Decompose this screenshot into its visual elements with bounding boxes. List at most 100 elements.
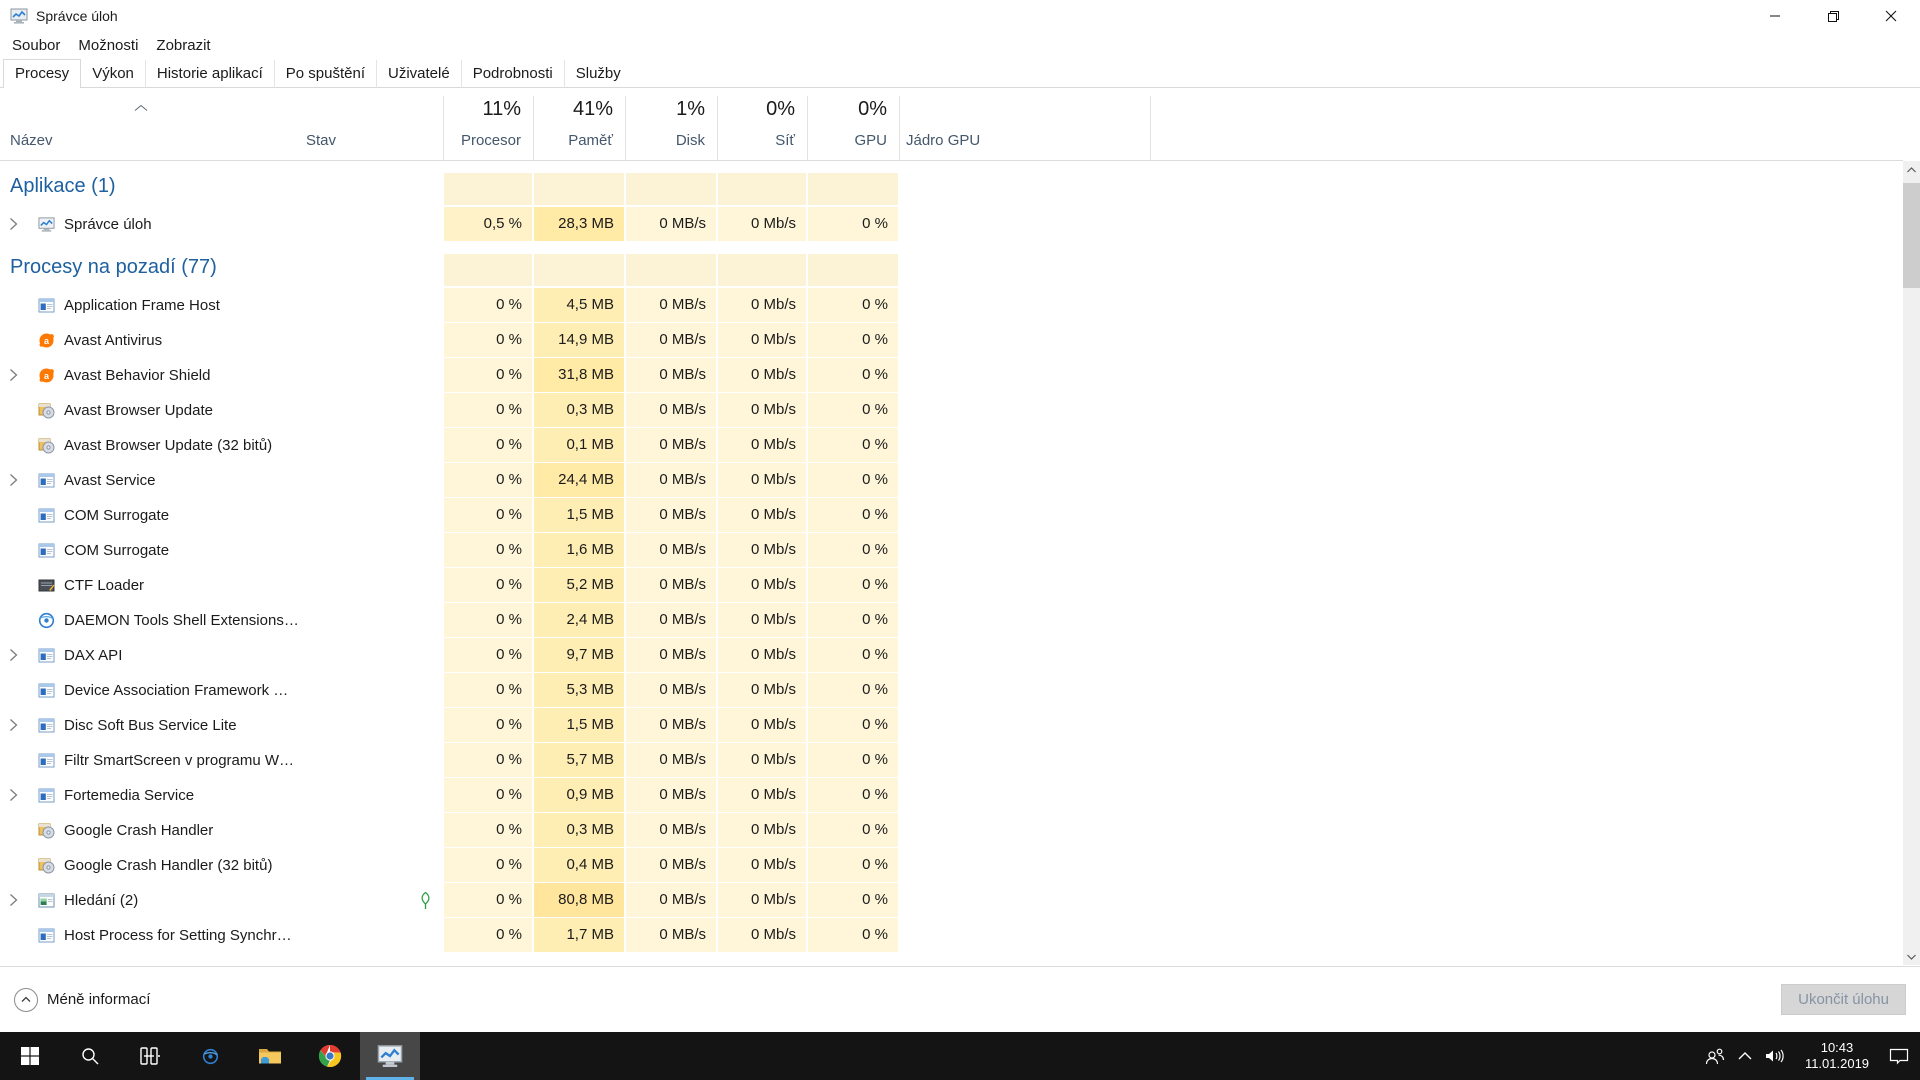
expand-chevron-icon[interactable] — [9, 788, 18, 807]
tab-u-ivatel-[interactable]: Uživatelé — [376, 60, 461, 88]
column-header-pamet[interactable]: Paměť — [533, 132, 613, 154]
cell-sit: 0 Mb/s — [718, 533, 806, 567]
expand-chevron-icon[interactable] — [9, 473, 18, 492]
process-row[interactable]: Avast Browser Update (32 bitů)0 %0,1 MB0… — [0, 428, 1903, 463]
taskbar-start-button[interactable] — [0, 1032, 60, 1080]
end-task-button[interactable]: Ukončit úlohu — [1781, 984, 1906, 1015]
cell-sit: 0 Mb/s — [718, 498, 806, 532]
taskbar-daemon-tools-button[interactable] — [180, 1032, 240, 1080]
tray-clock[interactable]: 10:43 11.01.2019 — [1794, 1040, 1880, 1072]
minimize-button[interactable] — [1746, 0, 1804, 32]
scroll-down-arrow[interactable] — [1903, 948, 1920, 965]
expand-chevron-icon[interactable] — [9, 648, 18, 667]
expand-chevron-icon[interactable] — [9, 893, 18, 912]
tab-procesy[interactable]: Procesy — [3, 59, 81, 89]
cell-procesor: 0 % — [444, 568, 532, 602]
taskbar-task-view-button[interactable] — [120, 1032, 180, 1080]
taskbar-chrome-button[interactable] — [300, 1032, 360, 1080]
process-row[interactable]: Hledání (2)0 %80,8 MB0 MB/s0 Mb/s0 % — [0, 883, 1903, 918]
process-row[interactable]: aAvast Antivirus0 %14,9 MB0 MB/s0 Mb/s0 … — [0, 323, 1903, 358]
process-row[interactable]: CTF Loader0 %5,2 MB0 MB/s0 Mb/s0 % — [0, 568, 1903, 603]
column-header-procesor[interactable]: Procesor — [443, 132, 521, 154]
cell-sit: 0 Mb/s — [718, 288, 806, 322]
process-row[interactable]: Fortemedia Service0 %0,9 MB0 MB/s0 Mb/s0… — [0, 778, 1903, 813]
cell-pamet: 5,2 MB — [534, 568, 624, 602]
process-row[interactable]: DAX API0 %9,7 MB0 MB/s0 Mb/s0 % — [0, 638, 1903, 673]
column-percent-pamet: 41% — [533, 98, 613, 124]
cell-pamet: 2,4 MB — [534, 603, 624, 637]
restore-button[interactable] — [1804, 0, 1862, 32]
cell-pamet: 24,4 MB — [534, 463, 624, 497]
task-view-icon — [139, 1046, 161, 1066]
cell-gpu: 0 % — [808, 428, 898, 462]
cell-procesor: 0 % — [444, 323, 532, 357]
tab-po-spu-t-n-[interactable]: Po spuštění — [274, 60, 376, 88]
cell-gpu: 0 % — [808, 533, 898, 567]
tab-v-kon[interactable]: Výkon — [81, 60, 145, 88]
tab-podrobnosti[interactable]: Podrobnosti — [461, 60, 564, 88]
process-window-icon — [38, 297, 55, 314]
tab-historie-aplikac-[interactable]: Historie aplikací — [145, 60, 274, 88]
column-header-gpu-engine[interactable]: Jádro GPU — [906, 132, 1056, 154]
less-info-toggle[interactable]: Méně informací — [14, 988, 150, 1012]
menu-item-zobrazit[interactable]: Zobrazit — [147, 37, 219, 54]
column-header-gpu[interactable]: GPU — [807, 132, 887, 154]
column-header-status[interactable]: Stav — [306, 132, 406, 154]
taskbar-search-button[interactable] — [60, 1032, 120, 1080]
chevron-up-icon[interactable] — [1730, 1032, 1760, 1080]
process-row[interactable]: Google Crash Handler0 %0,3 MB0 MB/s0 Mb/… — [0, 813, 1903, 848]
process-window-icon — [38, 647, 55, 664]
scrollbar-thumb[interactable] — [1903, 183, 1920, 288]
column-header-sit[interactable]: Síť — [717, 132, 795, 154]
process-row[interactable]: Host Process for Setting Synchr…0 %1,7 M… — [0, 918, 1903, 953]
cell-pamet: 5,3 MB — [534, 673, 624, 707]
process-row[interactable]: Filtr SmartScreen v programu W…0 %5,7 MB… — [0, 743, 1903, 778]
cell-pamet: 1,6 MB — [534, 533, 624, 567]
cell-disk: 0 MB/s — [626, 323, 716, 357]
cell-pamet: 80,8 MB — [534, 883, 624, 917]
process-name: CTF Loader — [64, 568, 144, 603]
process-row[interactable]: COM Surrogate0 %1,6 MB0 MB/s0 Mb/s0 % — [0, 533, 1903, 568]
process-row[interactable]: Device Association Framework …0 %5,3 MB0… — [0, 673, 1903, 708]
tab-slu-by[interactable]: Služby — [564, 60, 632, 88]
menu-item-soubor[interactable]: Soubor — [0, 37, 69, 54]
process-list: Aplikace (1)Správce úloh0,5 %28,3 MB0 MB… — [0, 161, 1903, 965]
scroll-up-arrow[interactable] — [1903, 161, 1920, 178]
process-row[interactable]: COM Surrogate0 %1,5 MB0 MB/s0 Mb/s0 % — [0, 498, 1903, 533]
process-row[interactable]: Google Crash Handler (32 bitů)0 %0,4 MB0… — [0, 848, 1903, 883]
vertical-scrollbar[interactable] — [1903, 161, 1920, 965]
process-row[interactable]: DAEMON Tools Shell Extensions…0 %2,4 MB0… — [0, 603, 1903, 638]
cell-procesor: 0,5 % — [444, 207, 532, 241]
taskbar-task-manager-button[interactable] — [360, 1032, 420, 1080]
column-header: NázevStav11%Procesor41%Paměť1%Disk0%Síť0… — [0, 88, 1903, 161]
close-button[interactable] — [1862, 0, 1920, 32]
action-center-icon[interactable] — [1884, 1032, 1914, 1080]
column-header-name[interactable]: Název — [10, 132, 210, 154]
taskbar-file-explorer-button[interactable] — [240, 1032, 300, 1080]
process-row[interactable]: aAvast Behavior Shield0 %31,8 MB0 MB/s0 … — [0, 358, 1903, 393]
speaker-icon[interactable] — [1760, 1032, 1790, 1080]
cell-disk: 0 MB/s — [626, 708, 716, 742]
process-row[interactable]: Avast Service0 %24,4 MB0 MB/s0 Mb/s0 % — [0, 463, 1903, 498]
cell-sit: 0 Mb/s — [718, 743, 806, 777]
column-header-disk[interactable]: Disk — [625, 132, 705, 154]
expand-chevron-icon[interactable] — [9, 217, 18, 236]
process-row[interactable]: Application Frame Host0 %4,5 MB0 MB/s0 M… — [0, 288, 1903, 323]
process-row[interactable]: Avast Browser Update0 %0,3 MB0 MB/s0 Mb/… — [0, 393, 1903, 428]
cell-procesor: 0 % — [444, 813, 532, 847]
people-icon[interactable] — [1700, 1032, 1730, 1080]
system-tray: 10:43 11.01.2019 — [1700, 1032, 1914, 1080]
heat-cell-empty — [718, 254, 806, 286]
cell-procesor: 0 % — [444, 603, 532, 637]
menu-item-monosti[interactable]: Možnosti — [69, 37, 147, 54]
cell-procesor: 0 % — [444, 918, 532, 952]
process-row[interactable]: Disc Soft Bus Service Lite0 %1,5 MB0 MB/… — [0, 708, 1903, 743]
expand-chevron-icon[interactable] — [9, 718, 18, 737]
cell-gpu: 0 % — [808, 358, 898, 392]
process-row[interactable]: Správce úloh0,5 %28,3 MB0 MB/s0 Mb/s0 % — [0, 207, 1903, 242]
expand-chevron-icon[interactable] — [9, 368, 18, 387]
process-installer-disc-icon — [38, 822, 55, 839]
menubar: SouborMožnostiZobrazit — [0, 32, 1920, 59]
cell-procesor: 0 % — [444, 708, 532, 742]
process-name: Disc Soft Bus Service Lite — [64, 708, 237, 743]
